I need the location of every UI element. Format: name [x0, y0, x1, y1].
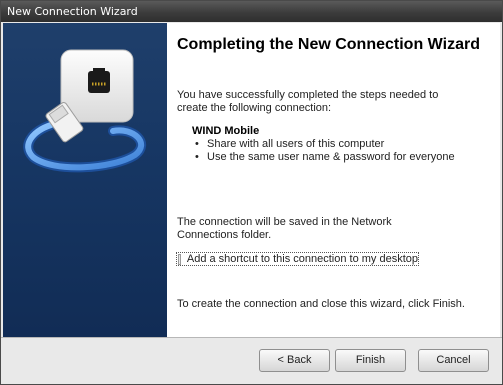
cancel-button[interactable]: Cancel — [418, 349, 489, 372]
finish-button[interactable]: Finish — [335, 349, 406, 372]
save-location-text: The connection will be saved in the Netw… — [177, 216, 392, 241]
wizard-window: New Connection Wizard Completing the New… — [0, 0, 503, 385]
page-title: Completing the New Connection Wizard — [177, 36, 480, 53]
connection-name: WIND Mobile — [192, 125, 260, 137]
list-item: Use the same user name & password for ev… — [195, 151, 455, 164]
desktop-shortcut-label[interactable]: Add a shortcut to this connection to my … — [187, 253, 418, 265]
desktop-shortcut-checkbox[interactable] — [178, 253, 181, 265]
wizard-content: Completing the New Connection Wizard You… — [167, 23, 500, 337]
connection-options-list: Share with all users of this computer Us… — [195, 138, 455, 164]
window-title: New Connection Wizard — [7, 5, 138, 18]
intro-text: You have successfully completed the step… — [177, 89, 439, 114]
wizard-banner — [3, 23, 167, 337]
network-cable-icon — [23, 49, 146, 173]
finish-instruction-text: To create the connection and close this … — [177, 298, 465, 310]
title-bar[interactable]: New Connection Wizard — [1, 1, 502, 22]
divider — [1, 337, 502, 338]
back-button[interactable]: < Back — [259, 349, 330, 372]
desktop-shortcut-checkbox-row[interactable]: Add a shortcut to this connection to my … — [176, 252, 419, 266]
list-item: Share with all users of this computer — [195, 138, 455, 151]
